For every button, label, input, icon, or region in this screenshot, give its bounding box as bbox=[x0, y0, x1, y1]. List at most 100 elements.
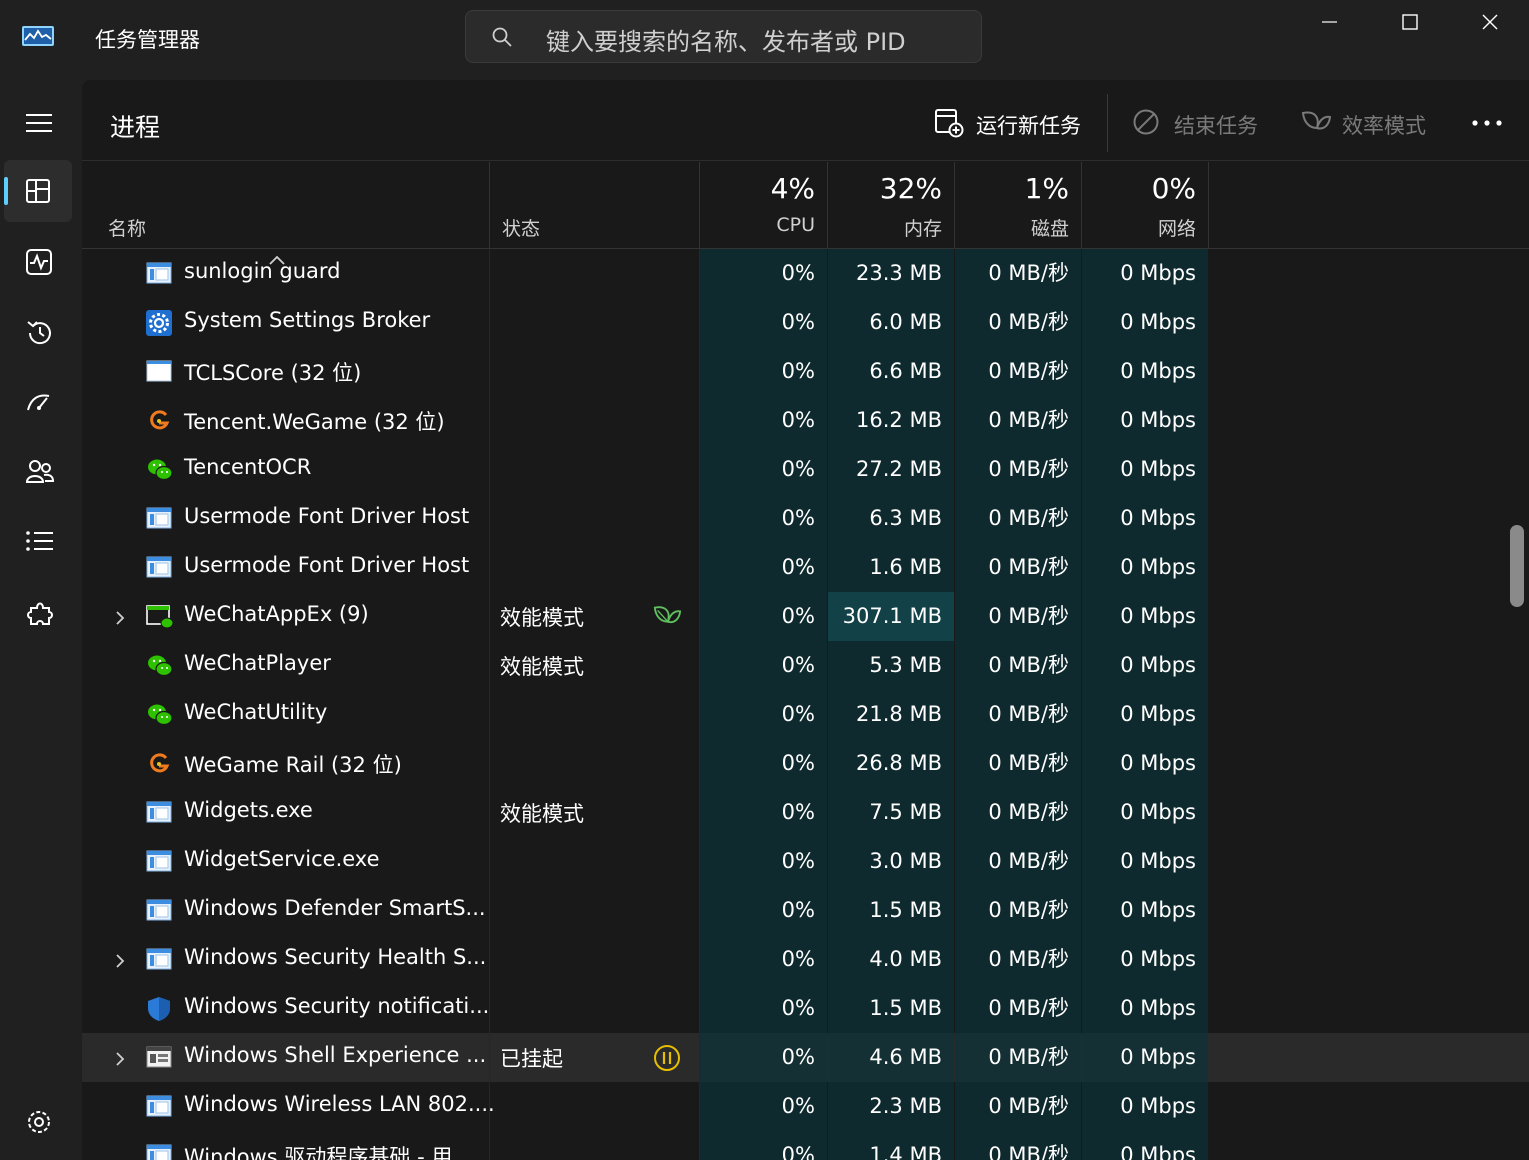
column-name-label: 名称 bbox=[108, 218, 147, 240]
nav-settings[interactable] bbox=[4, 1090, 72, 1152]
process-row[interactable]: Windows 驱动程序基础 - 用... 0% 1.4 MB 0 MB/秒 0 Mbp… bbox=[82, 1131, 1529, 1160]
process-row[interactable]: Widgets.exe 效能模式 0% 7.5 MB 0 MB/秒 0 Mbps bbox=[82, 788, 1529, 837]
network-cell: 0 Mbps bbox=[1082, 1082, 1208, 1131]
process-name: Tencent.WeGame (32 位) bbox=[184, 410, 445, 434]
process-name: Windows Defender SmartS... bbox=[184, 896, 486, 920]
disk-cell: 0 MB/秒 bbox=[955, 445, 1081, 494]
memory-cell: 2.3 MB bbox=[828, 1082, 954, 1131]
nav-hamburger-button[interactable] bbox=[4, 92, 72, 154]
memory-cell: 4.6 MB bbox=[828, 1033, 954, 1082]
disk-cell: 0 MB/秒 bbox=[955, 347, 1081, 396]
process-name: Windows Security notificati... bbox=[184, 994, 490, 1018]
settings-icon bbox=[28, 1111, 50, 1133]
process-name: TCLSCore (32 位) bbox=[184, 361, 362, 385]
cpu-cell: 0% bbox=[700, 494, 827, 543]
network-cell: 0 Mbps bbox=[1082, 249, 1208, 298]
memory-cell: 21.8 MB bbox=[828, 690, 954, 739]
network-cell: 0 Mbps bbox=[1082, 1131, 1208, 1160]
nav-services[interactable] bbox=[4, 580, 72, 642]
expand-chevron-icon[interactable] bbox=[114, 951, 126, 975]
column-header-cpu[interactable]: 4% CPU bbox=[700, 162, 827, 248]
process-row[interactable]: Windows Security notificati... 0% 1.5 MB 0 … bbox=[82, 984, 1529, 1033]
cpu-cell: 0% bbox=[700, 445, 827, 494]
column-status-label: 状态 bbox=[502, 218, 541, 240]
close-button[interactable] bbox=[1450, 0, 1529, 44]
column-header-disk[interactable]: 1% 磁盘 bbox=[955, 162, 1081, 248]
process-row[interactable]: Windows Defender SmartS... 0% 1.5 MB 0 MB/秒… bbox=[82, 886, 1529, 935]
process-row[interactable]: Windows Wireless LAN 802.... 0% 2.3 MB 0 MB… bbox=[82, 1082, 1529, 1131]
process-row[interactable]: Windows Security Health S... 0% 4.0 MB 0 MB… bbox=[82, 935, 1529, 984]
wegame-icon bbox=[146, 408, 172, 432]
memory-cell: 16.2 MB bbox=[828, 396, 954, 445]
process-row[interactable]: TencentOCR 0% 27.2 MB 0 MB/秒 0 Mbps bbox=[82, 445, 1529, 494]
process-row[interactable]: sunlogin guard 0% 23.3 MB 0 MB/秒 0 Mbps bbox=[82, 249, 1529, 298]
wechat-icon bbox=[146, 457, 173, 481]
memory-cell: 26.8 MB bbox=[828, 739, 954, 788]
column-divider bbox=[1208, 162, 1209, 248]
disk-cell: 0 MB/秒 bbox=[955, 592, 1081, 641]
memory-cell: 4.0 MB bbox=[828, 935, 954, 984]
memory-cell: 5.3 MB bbox=[828, 641, 954, 690]
column-header-network[interactable]: 0% 网络 bbox=[1082, 162, 1208, 248]
process-row[interactable]: WeChatAppEx (9) 效能模式 0% 307.1 MB 0 MB/秒 0 Mbp… bbox=[82, 592, 1529, 641]
pause-icon bbox=[652, 1043, 682, 1073]
process-row[interactable]: TCLSCore (32 位) 0% 6.6 MB 0 MB/秒 0 Mbps bbox=[82, 347, 1529, 396]
minimize-icon bbox=[1322, 21, 1337, 23]
cpu-cell: 0% bbox=[700, 984, 827, 1033]
minimize-button[interactable] bbox=[1290, 0, 1370, 44]
disk-cell: 0 MB/秒 bbox=[955, 641, 1081, 690]
process-row[interactable]: WeGame Rail (32 位) 0% 26.8 MB 0 MB/秒 0 Mbps bbox=[82, 739, 1529, 788]
expand-chevron-icon[interactable] bbox=[114, 1049, 126, 1073]
column-header-memory[interactable]: 32% 内存 bbox=[828, 162, 954, 248]
disk-cell: 0 MB/秒 bbox=[955, 984, 1081, 1033]
app-window-icon bbox=[146, 506, 172, 530]
details-icon bbox=[26, 531, 53, 551]
process-name: sunlogin guard bbox=[184, 259, 341, 283]
maximize-button[interactable] bbox=[1370, 0, 1450, 44]
hamburger-icon bbox=[26, 114, 52, 132]
more-icon[interactable] bbox=[1467, 108, 1507, 138]
memory-label: 内存 bbox=[903, 218, 942, 240]
memory-cell: 307.1 MB bbox=[828, 592, 954, 641]
cpu-cell: 0% bbox=[700, 543, 827, 592]
process-row[interactable]: Usermode Font Driver Host 0% 6.3 MB 0 MB/秒 0… bbox=[82, 494, 1529, 543]
process-row[interactable]: WeChatPlayer 效能模式 0% 5.3 MB 0 MB/秒 0 Mbps bbox=[82, 641, 1529, 690]
process-name: Windows Security Health S... bbox=[184, 945, 487, 969]
nav-startup-apps[interactable] bbox=[4, 370, 72, 432]
app-window-icon bbox=[146, 898, 172, 922]
process-name: Windows 驱动程序基础 - 用... bbox=[184, 1145, 473, 1160]
memory-cell: 1.5 MB bbox=[828, 886, 954, 935]
process-status: 效能模式 bbox=[500, 655, 584, 679]
nav-app-history[interactable] bbox=[4, 300, 72, 362]
cpu-cell: 0% bbox=[700, 249, 827, 298]
network-cell: 0 Mbps bbox=[1082, 543, 1208, 592]
process-row[interactable]: WidgetService.exe 0% 3.0 MB 0 MB/秒 0 Mbps bbox=[82, 837, 1529, 886]
cpu-total: 4% bbox=[770, 172, 815, 205]
process-row[interactable]: Windows Shell Experience ... 已挂起 0% 4.6 MB 0… bbox=[82, 1033, 1529, 1082]
disk-cell: 0 MB/秒 bbox=[955, 1082, 1081, 1131]
disk-cell: 0 MB/秒 bbox=[955, 837, 1081, 886]
search-box[interactable]: 键入要搜索的名称、发布者或 PID bbox=[465, 10, 982, 63]
memory-cell: 27.2 MB bbox=[828, 445, 954, 494]
process-row[interactable]: WeChatUtility 0% 21.8 MB 0 MB/秒 0 Mbps bbox=[82, 690, 1529, 739]
process-row[interactable]: Tencent.WeGame (32 位) 0% 16.2 MB 0 MB/秒 0 Mb… bbox=[82, 396, 1529, 445]
search-icon bbox=[492, 27, 512, 47]
process-row[interactable]: System Settings Broker 0% 6.0 MB 0 MB/秒 0 Mb… bbox=[82, 298, 1529, 347]
toolbar-divider bbox=[1107, 94, 1108, 152]
efficiency-mode-label: 效率模式 bbox=[1342, 114, 1426, 138]
network-cell: 0 Mbps bbox=[1082, 298, 1208, 347]
nav-users[interactable] bbox=[4, 440, 72, 502]
nav-processes[interactable] bbox=[4, 160, 72, 222]
network-cell: 0 Mbps bbox=[1082, 886, 1208, 935]
nav-performance[interactable] bbox=[4, 230, 72, 292]
column-divider bbox=[489, 249, 490, 1160]
process-row[interactable]: Usermode Font Driver Host 0% 1.6 MB 0 MB/秒 0… bbox=[82, 543, 1529, 592]
nav-details[interactable] bbox=[4, 510, 72, 572]
scrollbar-thumb[interactable] bbox=[1510, 525, 1524, 607]
network-cell: 0 Mbps bbox=[1082, 984, 1208, 1033]
memory-cell: 1.5 MB bbox=[828, 984, 954, 1033]
process-name: WeChatPlayer bbox=[184, 651, 331, 675]
expand-chevron-icon[interactable] bbox=[114, 608, 126, 632]
app-window-icon bbox=[146, 1094, 172, 1118]
process-name: Widgets.exe bbox=[184, 798, 313, 822]
